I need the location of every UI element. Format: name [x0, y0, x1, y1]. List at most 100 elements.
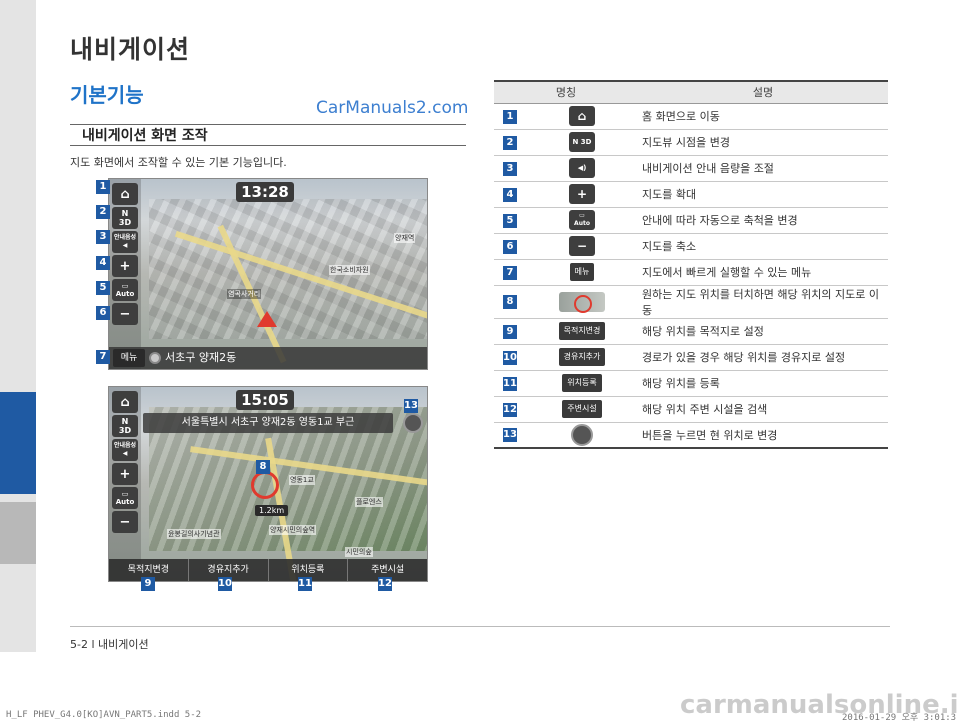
nav-screen-2: ⌂ N 3D 안내음성 ◀ + ▭ Auto − 15:05 서울특별시 서초구… — [108, 386, 428, 582]
home-button[interactable]: ⌂ — [112, 391, 138, 413]
volume-label: 안내음성 — [113, 442, 137, 449]
nav-screen-1: ⌂ N 3D 안내음성 ◀ + ▭ Auto − 13:28 염곡사거리 한국소… — [108, 178, 428, 370]
row-number: 3 — [503, 161, 517, 176]
footer-divider — [70, 626, 890, 627]
auto-scale-button[interactable]: ▭ Auto — [112, 487, 138, 509]
print-date: 2016-01-29 오후 3:01:3 — [842, 713, 957, 723]
row-number: 1 — [503, 109, 517, 124]
menu-button[interactable]: 메뉴 — [113, 349, 145, 367]
table-header-row: 명칭 설명 — [494, 80, 888, 104]
page-title: 내비게이션 — [70, 35, 191, 64]
row-number: 2 — [503, 135, 517, 150]
map-label: 윤봉길의사기념관 — [167, 529, 221, 539]
watermark-logo: CarManuals2.com — [316, 98, 469, 118]
row-number: 7 — [503, 265, 517, 280]
minus-icon: − — [119, 306, 131, 322]
section-title: 내비게이션 화면 조작 — [82, 128, 208, 144]
home-button[interactable]: ⌂ — [112, 183, 138, 205]
map-label: 시민의숲 — [345, 547, 373, 557]
table-row: 6 − 지도를 축소 — [494, 233, 888, 260]
table-row: 3 ◀) 내비게이션 안내 음량을 조절 — [494, 155, 888, 182]
clock: 15:05 — [236, 390, 294, 410]
intro-text: 지도 화면에서 조작할 수 있는 기본 기능입니다. — [70, 156, 287, 169]
row-desc: 지도를 축소 — [638, 233, 888, 260]
map-label: 플로엔스 — [355, 497, 383, 507]
distance-badge: 1.2km — [255, 505, 289, 516]
table-row: 9 목적지변경 해당 위치를 목적지로 설정 — [494, 318, 888, 345]
address-bar: 서울특별시 서초구 양재2동 영동1교 부근 — [143, 413, 393, 433]
location-icon — [149, 352, 161, 364]
zoom-out-button[interactable]: − — [112, 303, 138, 325]
table-row: 8 원하는 지도 위치를 터치하면 해당 위치의 지도로 이동 — [494, 285, 888, 319]
compass-button[interactable]: N 3D — [112, 207, 138, 229]
table-row: 7 메뉴 지도에서 빠르게 실행할 수 있는 메뉴 — [494, 259, 888, 286]
plus-icon: + — [119, 466, 131, 482]
zoom-out-button[interactable]: − — [112, 511, 138, 533]
map-label: 양재시민의숲역 — [269, 525, 317, 535]
table-row: 10 경유지추가 경로가 있을 경우 해당 위치를 경유지로 설정 — [494, 344, 888, 371]
auto-scale-icon: ▭ Auto — [569, 210, 595, 230]
compass-button[interactable]: N 3D — [112, 415, 138, 437]
page-number: 5-2 l 내비게이션 — [70, 638, 149, 651]
row-desc: 홈 화면으로 이동 — [638, 103, 888, 130]
row-desc: 해당 위치 주변 시설을 검색 — [638, 396, 888, 423]
row-desc: 지도를 확대 — [638, 181, 888, 208]
row-desc: 지도에서 빠르게 실행할 수 있는 메뉴 — [638, 259, 888, 286]
row-number: 9 — [503, 324, 517, 339]
table-row: 11 위치등록 해당 위치를 등록 — [494, 370, 888, 397]
map-label: 한국소비자원 — [329, 265, 370, 275]
chapter-tab-active — [0, 392, 36, 494]
chapter-tab — [0, 502, 36, 564]
car-position-marker — [257, 311, 277, 327]
callout-6: 6 — [96, 306, 110, 320]
volume-button[interactable]: 안내음성 ◀ — [112, 439, 138, 461]
callout-11: 11 — [298, 577, 312, 591]
map-label: 양재역 — [394, 233, 416, 243]
header-name: 명칭 — [494, 80, 638, 104]
volume-button[interactable]: 안내음성 ◀ — [112, 231, 138, 253]
map-cursor[interactable] — [251, 471, 279, 499]
callout-5: 5 — [96, 281, 110, 295]
clock: 13:28 — [236, 182, 294, 202]
compass-sub: 3D — [118, 218, 132, 227]
sub-title: 기본기능 — [70, 83, 144, 107]
callout-13: 13 — [404, 399, 418, 413]
map-label: 영동1교 — [289, 475, 315, 485]
plus-icon: + — [569, 184, 595, 204]
scale-bar-icon: ▭ — [121, 490, 129, 498]
table-row: 2 N 3D 지도뷰 시점을 변경 — [494, 129, 888, 156]
callout-1: 1 — [96, 180, 110, 194]
row-number: 6 — [503, 239, 517, 254]
callout-4: 4 — [96, 256, 110, 270]
zoom-in-button[interactable]: + — [112, 255, 138, 277]
zoom-in-button[interactable]: + — [112, 463, 138, 485]
callout-10: 10 — [218, 577, 232, 591]
row-desc: 내비게이션 안내 음량을 조절 — [638, 155, 888, 182]
table-row: 4 + 지도를 확대 — [494, 181, 888, 208]
map-cursor-icon — [559, 291, 605, 313]
row-desc: 원하는 지도 위치를 터치하면 해당 위치의 지도로 이동 — [638, 285, 888, 319]
row-number: 8 — [503, 295, 517, 309]
scale-bar-icon: ▭ — [121, 282, 129, 290]
table-row: 5 ▭ Auto 안내에 따라 자동으로 축척을 변경 — [494, 207, 888, 234]
current-position-button[interactable] — [403, 413, 423, 433]
nearby-facilities-sample: 주변시설 — [562, 400, 602, 418]
row-number: 5 — [503, 213, 517, 228]
row-desc: 경로가 있을 경우 해당 위치를 경유지로 설정 — [638, 344, 888, 371]
row-desc: 지도뷰 시점을 변경 — [638, 129, 888, 156]
table-row: 1 ⌂ 홈 화면으로 이동 — [494, 103, 888, 130]
header-desc: 설명 — [638, 80, 888, 104]
menu-button-sample: 메뉴 — [569, 263, 595, 281]
change-destination-sample: 목적지변경 — [558, 322, 606, 340]
volume-icon: ◀ — [122, 242, 128, 249]
row-number: 13 — [503, 428, 517, 443]
minus-icon: − — [119, 514, 131, 530]
map-label: 염곡사거리 — [227, 289, 262, 299]
current-location: 서초구 양재2동 — [165, 351, 237, 364]
auto-scale-button[interactable]: ▭ Auto — [112, 279, 138, 301]
home-icon: ⌂ — [120, 394, 130, 410]
callout-2: 2 — [96, 205, 110, 219]
auto-label: Auto — [115, 290, 135, 298]
volume-label: 안내음성 — [113, 234, 137, 241]
home-icon: ⌂ — [569, 106, 595, 126]
